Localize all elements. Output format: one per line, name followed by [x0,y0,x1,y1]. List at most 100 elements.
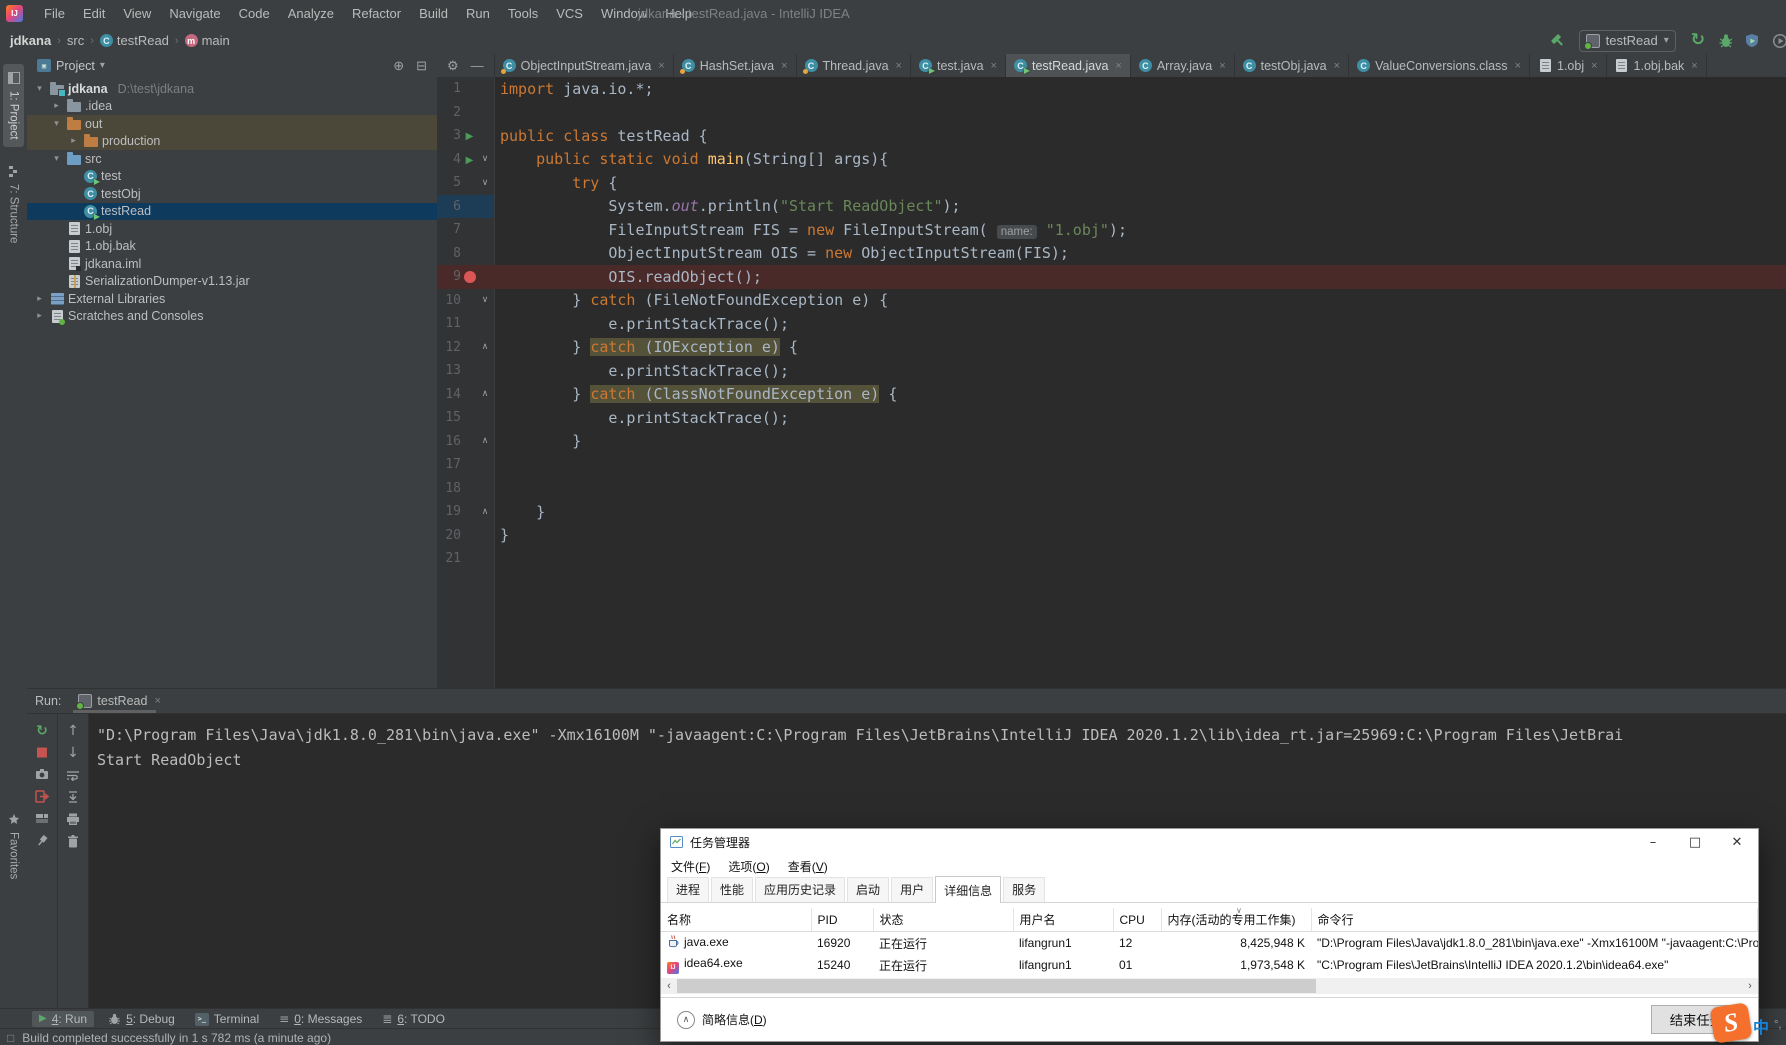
breadcrumb-testread[interactable]: CtestRead [99,33,169,48]
gutter[interactable]: 17 [437,453,494,477]
line-number[interactable]: 20 [437,528,461,543]
expand-arrow-icon[interactable]: ▾ [50,119,63,129]
camera-icon[interactable] [35,767,49,781]
tab-1-obj[interactable]: 1.obj × [1530,54,1607,77]
run-tab[interactable]: testRead × [73,689,165,713]
tm-column-header[interactable]: 状态 [873,908,1014,932]
trash-icon[interactable] [66,834,80,848]
tm-column-header[interactable]: 名称 [661,908,812,932]
code-line[interactable]: 21 [437,547,1786,571]
gutter[interactable]: 1 [437,77,494,101]
minimize-icon[interactable]: – [1632,829,1674,855]
profiler-icon[interactable] [1772,33,1786,48]
coverage-icon[interactable] [1745,34,1759,48]
breadcrumb-src[interactable]: src [67,33,84,48]
tm-tab-tab[interactable]: 用户 [891,877,934,902]
code-line[interactable]: 7 FileInputStream FIS = new FileInputStr… [437,218,1786,242]
menu-analyze[interactable]: Analyze [279,6,343,21]
line-number[interactable]: 13 [437,363,461,378]
close-icon[interactable]: × [896,60,902,72]
soft-wrap-icon[interactable] [66,768,80,782]
tm-tab-tab[interactable]: 应用历史记录 [755,877,846,902]
details-toggle[interactable]: ∧ 简略信息(D) [677,1010,767,1029]
code-editor[interactable]: 1 import java.io.*; 2 3 ▶ public class testRe… [437,77,1786,688]
build-hammer-icon[interactable] [1550,34,1564,48]
line-number[interactable]: 2 [437,105,461,120]
stripe-favorites[interactable]: Favorites [3,805,24,886]
code-line[interactable]: 10 ∨ } catch (FileNotFoundException e) { [437,289,1786,313]
line-number[interactable]: 18 [437,481,461,496]
gutter[interactable]: 4 ▶ ∨ [437,148,494,172]
close-icon[interactable]: ✕ [1716,829,1758,855]
process-row[interactable]: IJ idea64.exe 15240 正在运行 lifangrun1 01 1,973,5… [661,954,1758,976]
line-number[interactable]: 14 [437,387,461,402]
fold-icon[interactable]: ∧ [478,507,492,517]
toolwindow-4-run[interactable]: ▶ 4: Run [32,1011,95,1027]
tree-item-testobj[interactable]: CtestObj [27,185,437,203]
gutter[interactable]: 6 [437,194,494,218]
run-gutter-icon[interactable]: ▶ [466,155,474,166]
gutter[interactable]: 16 ∧ [437,430,494,454]
expand-arrow-icon[interactable]: ▾ [33,84,46,94]
tree-item-serializationdumper-v1-13-jar[interactable]: SerializationDumper-v1.13.jar [27,273,437,291]
tree-item-testread[interactable]: C ▶ testRead [27,202,437,221]
code-line[interactable]: 14 ∧ } catch (ClassNotFoundException e) { [437,383,1786,407]
breadcrumb-main[interactable]: m main [184,33,230,48]
code-line[interactable]: 2 [437,101,1786,125]
close-icon[interactable]: × [1219,60,1225,72]
tree-item-jdkana-iml[interactable]: jdkana.iml [27,255,437,273]
tm-column-header[interactable]: 命令行 [1311,908,1758,932]
tm-tab-tab[interactable]: 性能 [711,877,754,902]
tree-item-1-obj-bak[interactable]: 1.obj.bak [27,238,437,256]
pin-icon[interactable] [35,833,49,847]
line-number[interactable]: 1 [437,81,461,96]
code-line[interactable]: 1 import java.io.*; [437,77,1786,101]
scrollbar-thumb[interactable] [677,979,1316,993]
scroll-right-icon[interactable]: › [1742,980,1758,992]
hide-panel-icon[interactable]: — [471,58,484,73]
exit-icon[interactable] [35,789,49,803]
menu-vcs[interactable]: VCS [547,6,592,21]
gutter[interactable]: 9 [437,265,494,289]
line-number[interactable]: 17 [437,457,461,472]
tm-tab-tab[interactable]: 详细信息 [935,876,1002,903]
layout-icon[interactable] [35,811,49,825]
line-number[interactable]: 12 [437,340,461,355]
menu-code[interactable]: Code [230,6,279,21]
close-icon[interactable]: × [1691,60,1697,72]
gutter[interactable]: 13 [437,359,494,383]
code-line[interactable]: 18 [437,477,1786,501]
tab-testobj-java[interactable]: CtestObj.java × [1235,54,1350,77]
code-line[interactable]: 13 e.printStackTrace(); [437,359,1786,383]
menu-build[interactable]: Build [410,6,457,21]
gutter[interactable]: 19 ∧ [437,500,494,524]
close-icon[interactable]: × [1591,60,1597,72]
gutter[interactable]: 20 [437,524,494,548]
tab-1-obj-bak[interactable]: 1.obj.bak × [1607,54,1707,77]
menu-navigate[interactable]: Navigate [160,6,229,21]
collapse-all-icon[interactable]: ⊟ [416,58,427,74]
tm-menu-item[interactable]: 查看(V) [788,858,828,875]
code-line[interactable]: 15 e.printStackTrace(); [437,406,1786,430]
menu-run[interactable]: Run [457,6,499,21]
tm-column-header[interactable]: CPU [1113,908,1162,932]
tree-item-external-libraries[interactable]: ▸ External Libraries [27,290,437,308]
tab-objectinputstream-java[interactable]: C ObjectInputStream.java × [495,54,674,77]
code-line[interactable]: 16 ∧ } [437,430,1786,454]
code-line[interactable]: 19 ∧ } [437,500,1786,524]
breadcrumb-jdkana[interactable]: jdkana [10,33,51,48]
line-number[interactable]: 7 [437,222,461,237]
tm-column-header[interactable]: PID [811,908,874,932]
code-line[interactable]: 4 ▶ ∨ public static void main(String[] arg… [437,148,1786,172]
tm-menu-item[interactable]: 选项(O) [728,858,769,875]
rerun-icon[interactable]: ↻ [1691,32,1705,49]
tab-thread-java[interactable]: C Thread.java × [797,54,911,77]
close-icon[interactable]: × [658,60,664,72]
close-icon[interactable]: × [781,60,787,72]
stripe-7-structure[interactable]: 7: Structure [3,157,24,250]
expand-arrow-icon[interactable]: ▸ [33,311,46,321]
gutter[interactable]: 18 [437,477,494,501]
code-line[interactable]: 5 ∨ try { [437,171,1786,195]
gutter[interactable]: 11 [437,312,494,336]
gutter[interactable]: 14 ∧ [437,383,494,407]
